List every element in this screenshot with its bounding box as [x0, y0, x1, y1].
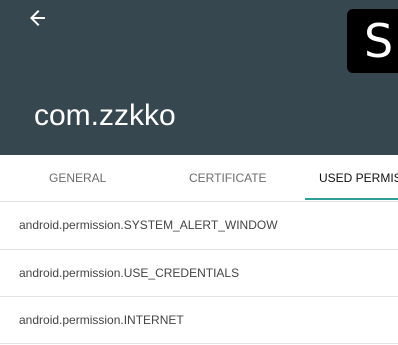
permission-item-internet[interactable]: android.permission.INTERNET — [0, 297, 398, 344]
active-tab-indicator — [305, 198, 398, 200]
tab-used-permissions[interactable]: USED PERMIS — [319, 155, 398, 201]
app-icon: S — [347, 9, 398, 73]
app-screen: S com.zzkko GENERAL CERTIFICATE USED PER… — [0, 0, 398, 345]
app-header: S com.zzkko — [0, 0, 398, 155]
app-icon-letter: S — [364, 14, 394, 68]
back-button[interactable] — [26, 6, 50, 30]
permission-item-system-alert-window[interactable]: android.permission.SYSTEM_ALERT_WINDOW — [0, 202, 398, 250]
tab-general[interactable]: GENERAL — [49, 155, 106, 201]
tab-bar: GENERAL CERTIFICATE USED PERMIS — [0, 155, 398, 202]
permission-list: android.permission.SYSTEM_ALERT_WINDOW a… — [0, 202, 398, 344]
permission-item-use-credentials[interactable]: android.permission.USE_CREDENTIALS — [0, 250, 398, 297]
tab-certificate[interactable]: CERTIFICATE — [189, 155, 267, 201]
arrow-back-icon — [26, 6, 50, 30]
package-name: com.zzkko — [34, 99, 176, 132]
